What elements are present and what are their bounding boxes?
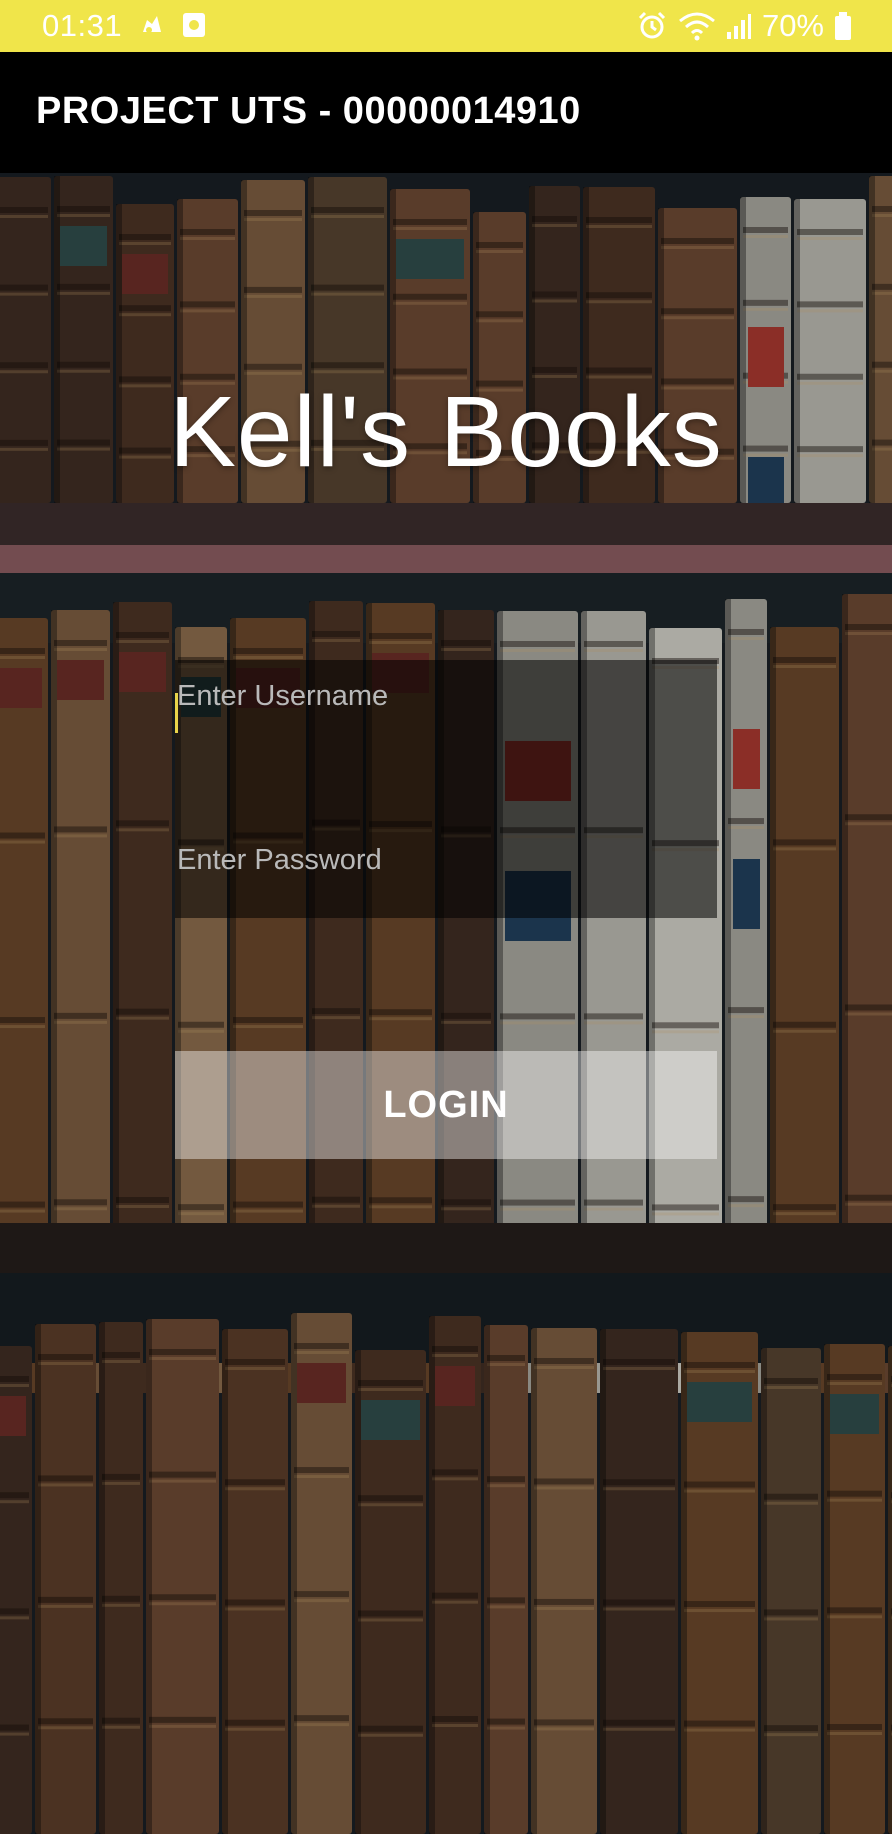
login-screen: 01:31 70% PROJECT UTS - 00000014910 Kell… xyxy=(0,0,892,1834)
app-bar: PROJECT UTS - 00000014910 xyxy=(0,52,892,173)
battery-icon xyxy=(834,11,852,41)
notification-icon xyxy=(137,10,167,40)
password-input[interactable] xyxy=(175,812,717,918)
app-title: PROJECT UTS - 00000014910 xyxy=(36,90,581,132)
status-left-icons xyxy=(137,10,207,40)
status-bar: 01:31 70% xyxy=(0,0,892,52)
text-caret xyxy=(175,693,178,733)
brand-title: Kell's Books xyxy=(169,376,723,488)
alarm-icon xyxy=(636,10,668,42)
login-button[interactable]: LOGIN xyxy=(175,1051,717,1159)
signal-icon xyxy=(726,12,752,40)
status-time: 01:31 xyxy=(42,8,123,43)
battery-percent: 70% xyxy=(761,8,824,43)
username-input[interactable] xyxy=(175,660,717,812)
screenshot-icon xyxy=(181,11,207,39)
wifi-icon xyxy=(678,11,716,41)
status-right-icons: 70% xyxy=(636,8,852,44)
